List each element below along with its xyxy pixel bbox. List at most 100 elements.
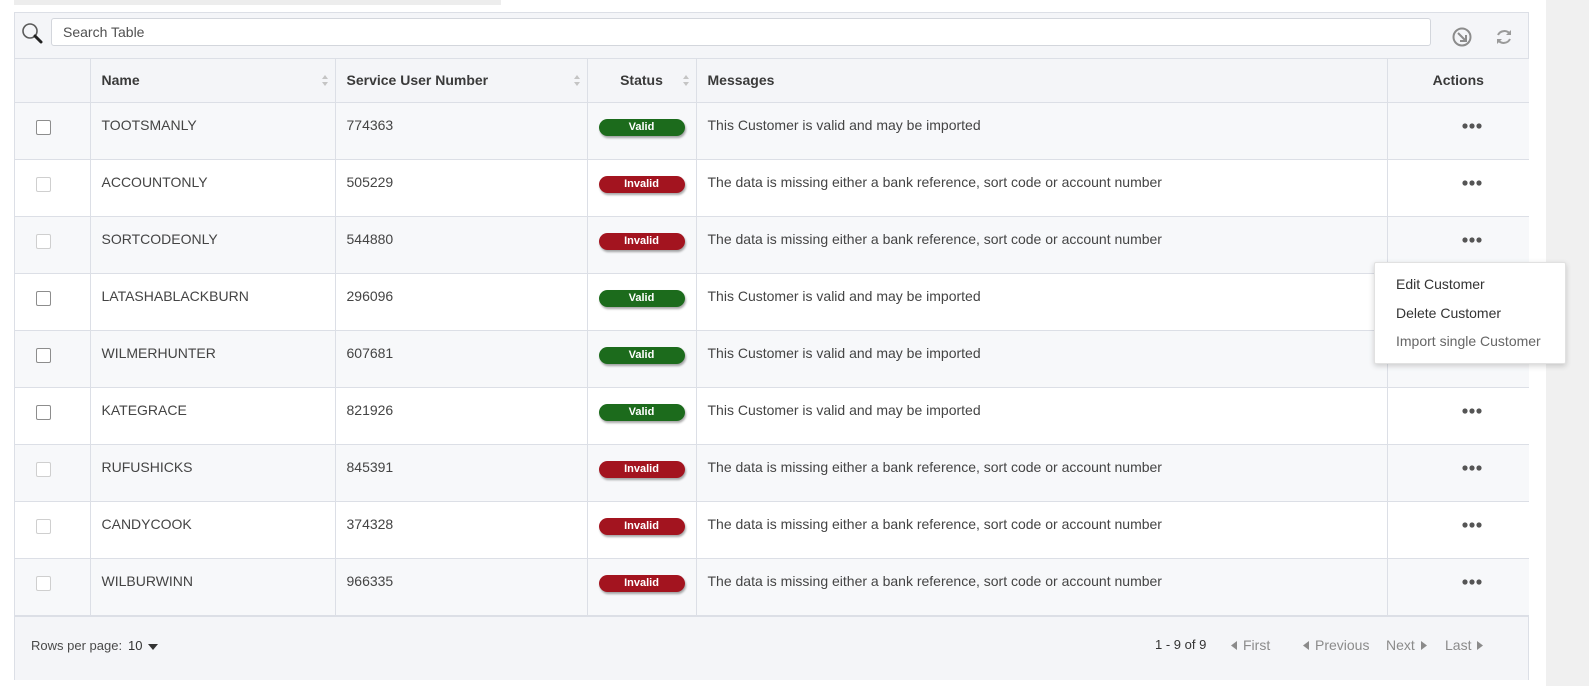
row-select-cell [15,159,91,217]
column-header-status[interactable]: Status [587,59,697,103]
customer-name-cell: TOOTSMANLY [90,102,336,160]
message-cell: The data is missing either a bank refere… [696,216,1388,274]
status-cell: Valid [587,273,697,331]
column-header-name[interactable]: Name [90,59,336,103]
customer-name-cell: SORTCODEONLY [90,216,336,274]
status-badge: Valid [598,289,685,307]
row-checkbox[interactable] [36,347,51,363]
caret-down-icon[interactable] [148,644,158,650]
table-row[interactable]: WILMERHUNTER 607681 Valid This Customer is … [15,330,1529,388]
last-page-button[interactable]: Last [1439,637,1484,653]
table-row[interactable]: RUFUSHICKS 845391 Invalid The data is missi… [15,444,1529,502]
rows-per-page-label: Rows per page: [31,638,123,653]
row-select-cell [15,102,91,160]
sort-icon[interactable] [321,74,329,87]
row-checkbox[interactable] [36,404,51,420]
last-page-label: Last [1445,637,1472,653]
message-cell: This Customer is valid and may be import… [696,273,1388,331]
customer-table: Name Service User Number Status Messages… [15,59,1529,616]
status-cell: Invalid [587,558,697,616]
table-row[interactable]: TOOTSMANLY 774363 Valid This Customer is va… [15,102,1529,160]
table-row[interactable]: CANDYCOOK 374328 Invalid The data is missin… [15,501,1529,559]
status-badge: Invalid [598,460,685,478]
top-strip [14,0,501,5]
menu-item-delete-customer[interactable]: Delete Customer [1396,305,1501,321]
more-dots-icon[interactable] [1461,235,1483,245]
row-checkbox[interactable] [36,119,51,135]
column-header-service-user-number[interactable]: Service User Number [335,59,588,103]
status-badge: Invalid [598,175,685,193]
caret-left-icon [1303,640,1309,650]
table-row[interactable]: WILBURWINN 966335 Invalid The data is missi… [15,558,1529,616]
caret-right-icon [1420,640,1427,650]
service-user-number-cell: 607681 [335,330,588,388]
caret-left-icon [1231,640,1237,650]
table-footer: Rows per page: 10 1 - 9 of 9 First Previ… [15,616,1528,680]
customer-table-panel: Name Service User Number Status [14,12,1529,680]
customer-name-cell: RUFUSHICKS [90,444,336,502]
status-badge: Invalid [598,232,685,250]
search-input[interactable] [51,18,1431,46]
service-user-number-cell: 774363 [335,102,588,160]
select-all-header [15,59,91,103]
export-icon[interactable] [1451,26,1473,48]
message-cell: The data is missing either a bank refere… [696,558,1388,616]
more-dots-icon[interactable] [1461,178,1483,188]
row-select-cell [15,558,91,616]
service-user-number-cell: 966335 [335,558,588,616]
customer-name-cell: ACCOUNTONLY [90,159,336,217]
status-cell: Valid [587,102,697,160]
row-checkbox[interactable] [36,290,51,306]
row-checkbox[interactable] [36,575,51,591]
column-header-label: Actions [1432,72,1484,89]
message-cell: This Customer is valid and may be import… [696,330,1388,388]
row-actions-menu: Edit Customer Delete Customer Import sin… [1374,262,1566,364]
more-dots-icon[interactable] [1461,577,1483,587]
column-header-messages: Messages [696,59,1388,103]
actions-cell [1387,444,1529,502]
more-dots-icon[interactable] [1461,121,1483,131]
service-user-number-cell: 296096 [335,273,588,331]
rows-per-page-select[interactable]: 10 [128,638,142,653]
row-checkbox[interactable] [36,461,51,477]
status-cell: Invalid [587,216,697,274]
first-page-button[interactable]: First [1231,637,1276,653]
actions-cell [1387,102,1529,160]
refresh-icon[interactable] [1493,26,1515,48]
next-page-button[interactable]: Next [1380,637,1427,653]
table-row[interactable]: SORTCODEONLY 544880 Invalid The data is mis… [15,216,1529,274]
more-dots-icon[interactable] [1461,406,1483,416]
sort-icon[interactable] [573,74,581,87]
column-header-label: Service User Number [346,72,489,89]
row-checkbox[interactable] [36,518,51,534]
row-select-cell [15,444,91,502]
pagination-range: 1 - 9 of 9 [1155,637,1207,652]
status-badge: Valid [598,403,685,421]
table-row[interactable]: ACCOUNTONLY 505229 Invalid The data is miss… [15,159,1529,217]
table-body: TOOTSMANLY 774363 Valid This Customer is va… [15,102,1529,616]
menu-item-import-single-customer[interactable]: Import single Customer [1396,333,1541,349]
more-dots-icon[interactable] [1461,520,1483,530]
previous-page-button[interactable]: Previous [1303,637,1375,653]
more-dots-icon[interactable] [1461,463,1483,473]
service-user-number-cell: 544880 [335,216,588,274]
row-checkbox[interactable] [36,176,51,192]
status-cell: Valid [587,387,697,445]
actions-cell [1387,558,1529,616]
service-user-number-cell: 505229 [335,159,588,217]
row-checkbox[interactable] [36,233,51,249]
sort-icon[interactable] [682,74,690,87]
service-user-number-cell: 821926 [335,387,588,445]
table-row[interactable]: LATASHABLACKBURN 296096 Valid This Customer… [15,273,1529,331]
customer-name-cell: LATASHABLACKBURN [90,273,336,331]
message-cell: This Customer is valid and may be import… [696,102,1388,160]
customer-name-cell: WILMERHUNTER [90,330,336,388]
status-cell: Invalid [587,501,697,559]
message-cell: The data is missing either a bank refere… [696,444,1388,502]
column-header-label: Messages [707,72,775,89]
message-cell: This Customer is valid and may be import… [696,387,1388,445]
row-select-cell [15,216,91,274]
first-page-label: First [1243,637,1271,653]
table-row[interactable]: KATEGRACE 821926 Valid This Customer is val… [15,387,1529,445]
menu-item-edit-customer[interactable]: Edit Customer [1396,276,1485,292]
